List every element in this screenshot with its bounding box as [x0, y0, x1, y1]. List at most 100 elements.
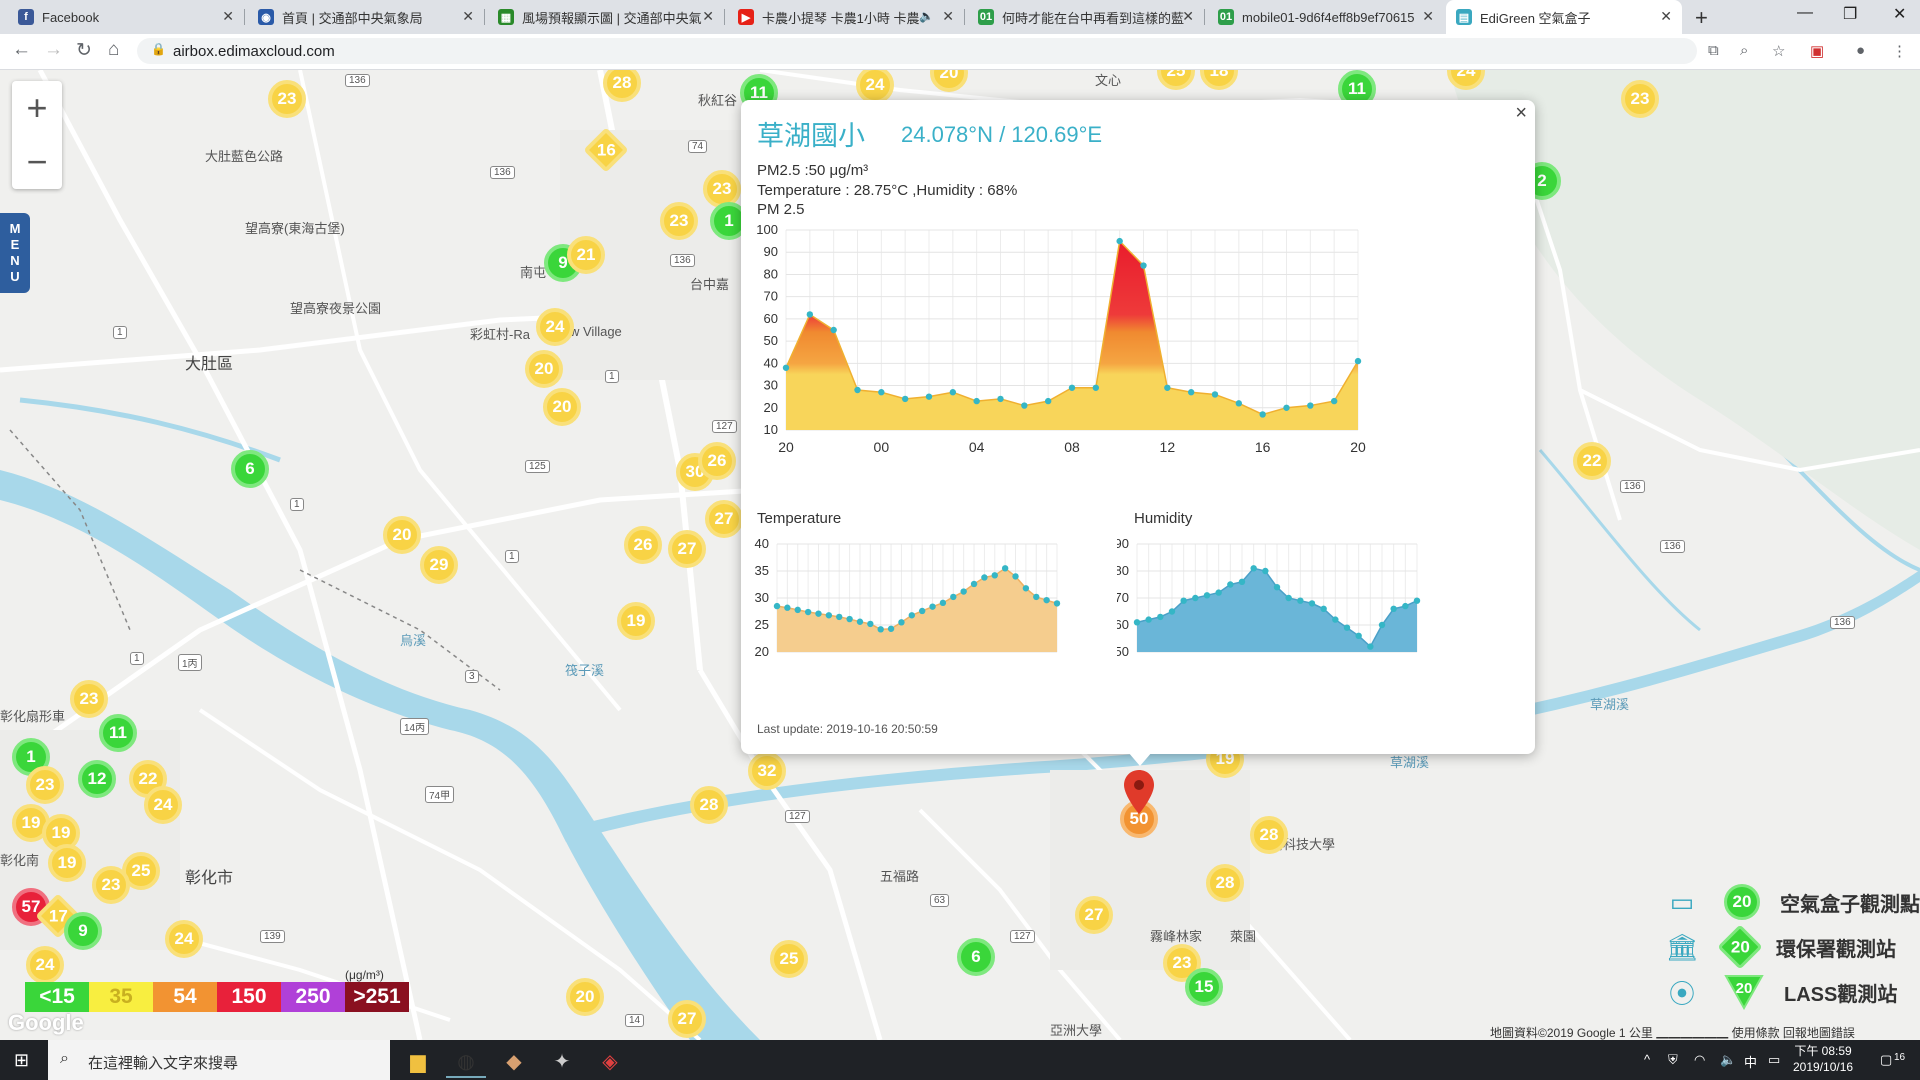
close-icon[interactable]: ✕ [1660, 8, 1672, 25]
airbox-marker[interactable]: 26 [624, 526, 662, 564]
airbox-marker[interactable]: 20 [566, 978, 604, 1016]
airbox-marker[interactable]: 22 [1573, 442, 1611, 480]
y-tick-label: 70 [1117, 590, 1129, 605]
menu-button[interactable]: MENU [0, 213, 30, 293]
close-icon[interactable]: ✕ [462, 8, 474, 25]
restore-button[interactable]: ❐ [1843, 4, 1857, 24]
new-tab-button[interactable]: + [1695, 5, 1708, 31]
zoom-in-button[interactable]: + [12, 81, 62, 135]
airbox-marker[interactable]: 20 [543, 388, 581, 426]
station-name: 草湖國小 [757, 121, 865, 151]
keyboard-icon[interactable]: ▭ [1768, 1052, 1780, 1068]
browser-tab-bar: f Facebook ✕ ◉ 首頁 | 交通部中央氣象局 ✕ ▦ 風場預報顯示圖… [0, 0, 1920, 34]
back-button[interactable]: ← [12, 39, 31, 61]
taskbar-search[interactable]: ⌕ 在這裡輸入文字來搜尋 [48, 1040, 390, 1080]
airbox-marker[interactable]: 25 [770, 940, 808, 978]
airbox-marker[interactable]: 23 [70, 680, 108, 718]
airbox-marker[interactable]: 6 [231, 450, 269, 488]
y-tick-label: 30 [755, 590, 769, 605]
airbox-marker[interactable]: 19 [48, 844, 86, 882]
airbox-marker[interactable]: 28 [1250, 816, 1288, 854]
tab-mobile01-blue[interactable]: 01 何時才能在台中再看到這樣的藍 ✕ [968, 0, 1204, 34]
airbox-marker[interactable]: 23 [26, 766, 64, 804]
map-label: 台中嘉 [690, 277, 730, 292]
extension-icon[interactable]: ▣ [1810, 42, 1824, 60]
app-icon[interactable]: ◆ [494, 1046, 534, 1076]
tab-youtube-canon[interactable]: ▶ 卡農小提琴 卡農1小時 卡農 🔈 ✕ [728, 0, 964, 34]
menu-dots-icon[interactable]: ⋮ [1892, 42, 1907, 60]
close-window-button[interactable]: ✕ [1893, 4, 1906, 24]
zoom-out-button[interactable]: − [12, 135, 62, 189]
file-explorer-icon[interactable]: ▆ [398, 1046, 438, 1076]
speaker-icon[interactable]: 🔈 [919, 9, 934, 23]
road-shield: 1 [130, 652, 144, 665]
airbox-marker[interactable]: 15 [1185, 968, 1223, 1006]
close-icon[interactable]: ✕ [1422, 8, 1434, 25]
close-icon[interactable]: ✕ [222, 8, 234, 25]
airbox-marker[interactable]: 9 [64, 912, 102, 950]
map-attribution[interactable]: 地圖資料©2019 Google 1 公里 ▁▁▁▁▁▁ 使用條款 回報地圖錯誤 [1490, 1024, 1855, 1041]
airbox-marker[interactable]: 23 [660, 202, 698, 240]
chrome-icon[interactable]: ◍ [446, 1046, 486, 1078]
airbox-marker[interactable]: 23 [92, 866, 130, 904]
data-point [1203, 592, 1211, 599]
airbox-marker[interactable]: 27 [668, 1000, 706, 1038]
airbox-marker[interactable]: 29 [420, 546, 458, 584]
close-icon[interactable]: ✕ [1182, 8, 1194, 25]
airbox-marker[interactable]: 20 [383, 516, 421, 554]
volume-icon[interactable]: 🔈 [1720, 1052, 1736, 1068]
chevron-up-icon[interactable]: ^ [1644, 1052, 1650, 1067]
ime-indicator[interactable]: 中 [1744, 1052, 1757, 1071]
airbox-marker[interactable]: 24 [165, 920, 203, 958]
airbox-marker[interactable]: 27 [1075, 896, 1113, 934]
data-point [918, 607, 926, 615]
airbox-marker[interactable]: 19 [617, 602, 655, 640]
airbox-marker[interactable]: 23 [1621, 80, 1659, 118]
minimize-button[interactable]: — [1797, 4, 1813, 22]
lock-icon[interactable]: 🔒 [151, 42, 166, 56]
data-point [794, 606, 801, 614]
translate-icon[interactable]: ⧉ [1708, 42, 1719, 59]
airbox-marker[interactable]: 23 [268, 80, 306, 118]
home-button[interactable]: ⌂ [108, 39, 119, 61]
close-icon[interactable]: × [1515, 102, 1527, 125]
airbox-marker[interactable]: 20 [525, 350, 563, 388]
airbox-marker[interactable]: 27 [668, 530, 706, 568]
airbox-marker[interactable]: 12 [78, 760, 116, 798]
airbox-marker[interactable]: 21 [567, 236, 605, 274]
airbox-marker[interactable]: 24 [536, 308, 574, 346]
airbox-marker[interactable]: 32 [748, 752, 786, 790]
notification-icon[interactable]: ▢ [1880, 1052, 1892, 1068]
airbox-marker[interactable]: 11 [99, 714, 137, 752]
google-logo[interactable]: Google [8, 1010, 84, 1036]
airbox-marker[interactable]: 24 [26, 946, 64, 984]
address-bar[interactable]: 🔒 airbox.edimaxcloud.com [137, 38, 1697, 64]
app-icon[interactable]: ✦ [542, 1046, 582, 1076]
tab-cwb-home[interactable]: ◉ 首頁 | 交通部中央氣象局 ✕ [248, 0, 484, 34]
tab-edigreen[interactable]: ▤ EdiGreen 空氣盒子 ✕ [1446, 0, 1682, 34]
lass-legend-marker: 20 [1724, 974, 1764, 1010]
wifi-icon[interactable]: ◠ [1694, 1052, 1705, 1068]
airbox-marker[interactable]: 28 [690, 786, 728, 824]
epa-legend-marker: 20 [1717, 924, 1763, 970]
airbox-marker[interactable]: 27 [705, 500, 743, 538]
zoom-icon[interactable]: ⌕ [1740, 42, 1748, 59]
account-icon[interactable]: ● [1856, 42, 1865, 59]
windows-start-icon[interactable]: ⊞ [14, 1050, 29, 1071]
bookmark-star-icon[interactable]: ☆ [1772, 42, 1785, 60]
airbox-marker[interactable]: 28 [1206, 864, 1244, 902]
tab-wind-forecast[interactable]: ▦ 風場預報顯示圖 | 交通部中央氣 ✕ [488, 0, 724, 34]
data-point [970, 580, 978, 588]
airbox-marker[interactable]: 24 [144, 786, 182, 824]
security-icon[interactable]: ⛨ [1668, 1052, 1678, 1068]
app-icon[interactable]: ◈ [590, 1046, 630, 1076]
tab-mobile01-image[interactable]: 01 mobile01-9d6f4eff8b9ef70615 ✕ [1208, 0, 1444, 34]
taskbar-clock[interactable]: 下午 08:59 2019/10/16 [1793, 1043, 1853, 1075]
close-icon[interactable]: ✕ [702, 8, 714, 25]
airbox-marker[interactable]: 6 [957, 938, 995, 976]
reload-button[interactable]: ↻ [76, 39, 92, 62]
airbox-marker[interactable]: 26 [698, 442, 736, 480]
close-icon[interactable]: ✕ [942, 8, 954, 25]
forward-button[interactable]: → [44, 39, 63, 61]
tab-facebook[interactable]: f Facebook ✕ [8, 0, 244, 34]
